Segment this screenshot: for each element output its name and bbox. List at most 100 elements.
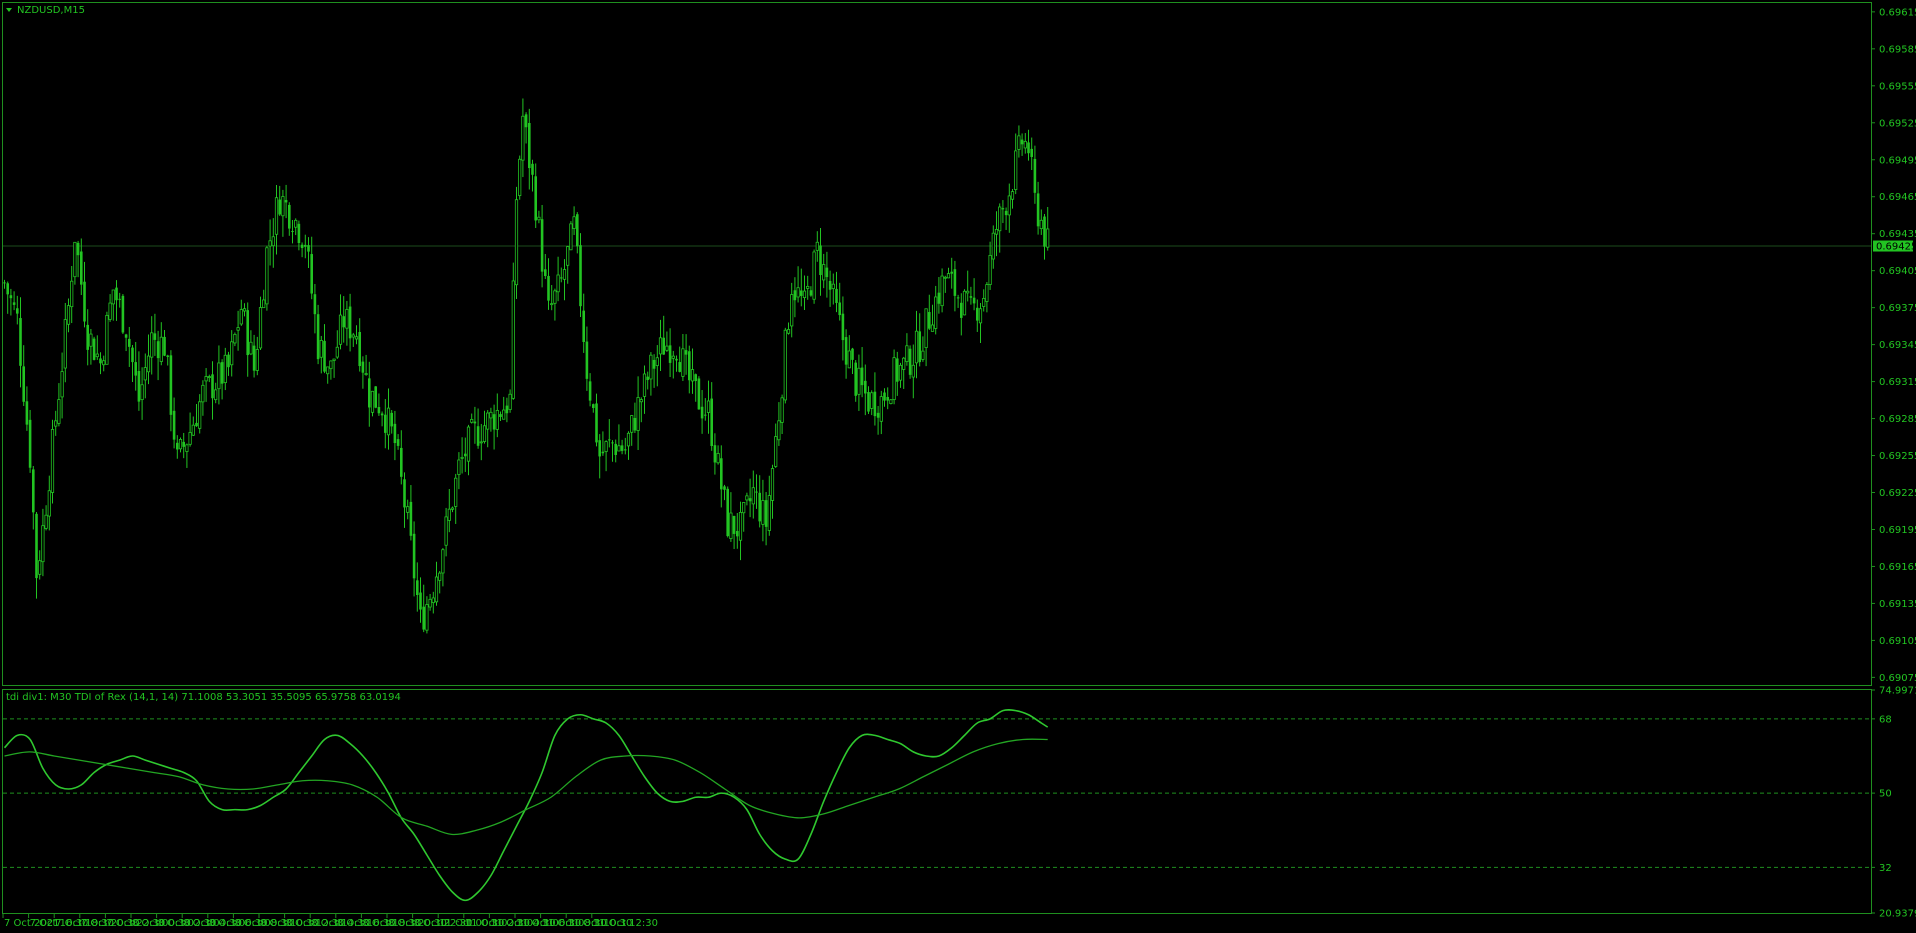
candle-body-up (943, 276, 947, 279)
candle-body-up (338, 314, 343, 345)
candle-body-up (105, 314, 109, 365)
candle-body-down (851, 348, 854, 360)
candle-body-up (665, 345, 669, 351)
candle-body-down (524, 114, 528, 128)
candle-body-up (89, 333, 93, 347)
indicator-title: tdi div1: M30 TDI of Rex (14,1, 14) 71.1… (6, 692, 401, 703)
candle-body-down (976, 307, 979, 321)
candle-body-up (242, 308, 247, 312)
candle-body-up (998, 206, 1002, 232)
candle-body-down (6, 283, 9, 295)
candle-body-down (291, 230, 294, 232)
candle-body-up (274, 197, 279, 235)
candle (697, 376, 701, 410)
candle-body-up (207, 376, 211, 378)
candle-body-up (150, 332, 154, 358)
price-tick-label: 0.69615 (1879, 7, 1916, 18)
candle-body-up (508, 393, 512, 410)
candle (92, 336, 96, 361)
candle-body-down (560, 277, 563, 279)
candle-body-down (492, 414, 496, 430)
candle-body-down (28, 419, 32, 468)
candle (783, 327, 787, 404)
candle-body-up (44, 514, 48, 529)
price-tick-label: 0.69135 (1879, 599, 1916, 610)
candle-body-up (335, 346, 339, 358)
candle-body-down (710, 398, 713, 447)
candle-body-up (716, 453, 720, 464)
candle-body-up (214, 389, 218, 401)
candle-body-down (579, 245, 582, 307)
candle-body-up (556, 274, 560, 293)
price-tick-label: 0.69465 (1879, 192, 1916, 203)
candle-body-up (639, 399, 643, 403)
current-price-marker: 0.69425 (1873, 240, 1916, 253)
candle-body-down (838, 302, 841, 316)
candle-body-up (438, 572, 442, 581)
candle-body-up (354, 336, 359, 340)
candle-body-down (419, 592, 422, 610)
candle-body-down (1043, 216, 1046, 247)
candle-body-up (879, 396, 883, 422)
symbol-header[interactable]: NZDUSD,M15 (6, 5, 85, 16)
candle-body-down (137, 370, 141, 402)
candle-body-down (505, 405, 509, 414)
candle-body-up (994, 229, 999, 235)
candle-body-down (633, 417, 637, 431)
candle-body-up (54, 420, 58, 427)
candle-body-down (646, 376, 649, 381)
candle-body-down (758, 492, 761, 522)
candle-body-down (608, 439, 611, 441)
candle-body-down (99, 358, 102, 364)
candle-body-down (1036, 193, 1040, 227)
candle-body-down (841, 313, 845, 341)
candle-body-up (460, 456, 464, 459)
candle-body-down (131, 347, 134, 363)
candle-body-down (937, 292, 941, 304)
candle-body-down (534, 176, 537, 221)
candle-body-up (466, 426, 471, 462)
candle-body-up (332, 358, 336, 361)
candle (892, 349, 896, 405)
candle-body-down (316, 314, 320, 360)
candle-body-up (934, 296, 938, 329)
candle-body-up (444, 516, 448, 546)
trading-chart[interactable]: NZDUSD,M15 0.69615 0.69585 0.69555 0.69525 0… (0, 0, 1916, 933)
candle-body-up (774, 436, 778, 467)
current-price-label: 0.69425 (1876, 242, 1916, 253)
candle-body-down (195, 422, 198, 427)
candle-body-up (201, 384, 205, 403)
candle-body-down (1027, 142, 1030, 154)
candle-body-up (930, 324, 935, 332)
candle (514, 186, 519, 299)
candle-body-up (604, 441, 608, 452)
candle-body-down (211, 374, 214, 399)
candle-body-up (178, 439, 183, 450)
candle-body-up (921, 350, 925, 360)
candle-body-up (41, 525, 45, 563)
candle-body-up (562, 269, 567, 280)
candle-body-down (688, 351, 691, 381)
candle-body-down (358, 332, 361, 367)
candle-body-up (223, 354, 227, 384)
candle-body-down (153, 333, 157, 340)
candle-body-up (431, 597, 435, 604)
candle-body-up (783, 329, 787, 401)
candle-body-down (412, 533, 416, 579)
candle-body-down (380, 413, 384, 416)
candle-body-down (396, 439, 400, 446)
candle-body-down (172, 410, 176, 440)
candle-body-down (3, 282, 6, 284)
candle-body-down (585, 341, 589, 379)
price-tick-label: 0.69375 (1879, 303, 1916, 314)
candle-body-down (169, 355, 173, 415)
indicator-tick-label: 74.9971 (1879, 686, 1916, 697)
candle-body-down (128, 338, 131, 347)
candle-body-down (1020, 139, 1024, 145)
candle-body-down (115, 287, 118, 301)
candle-body-down (950, 271, 953, 274)
candle (889, 398, 893, 405)
candle-body-down (313, 294, 317, 315)
candle-body-up (450, 507, 455, 510)
candle-body-up (255, 349, 259, 371)
